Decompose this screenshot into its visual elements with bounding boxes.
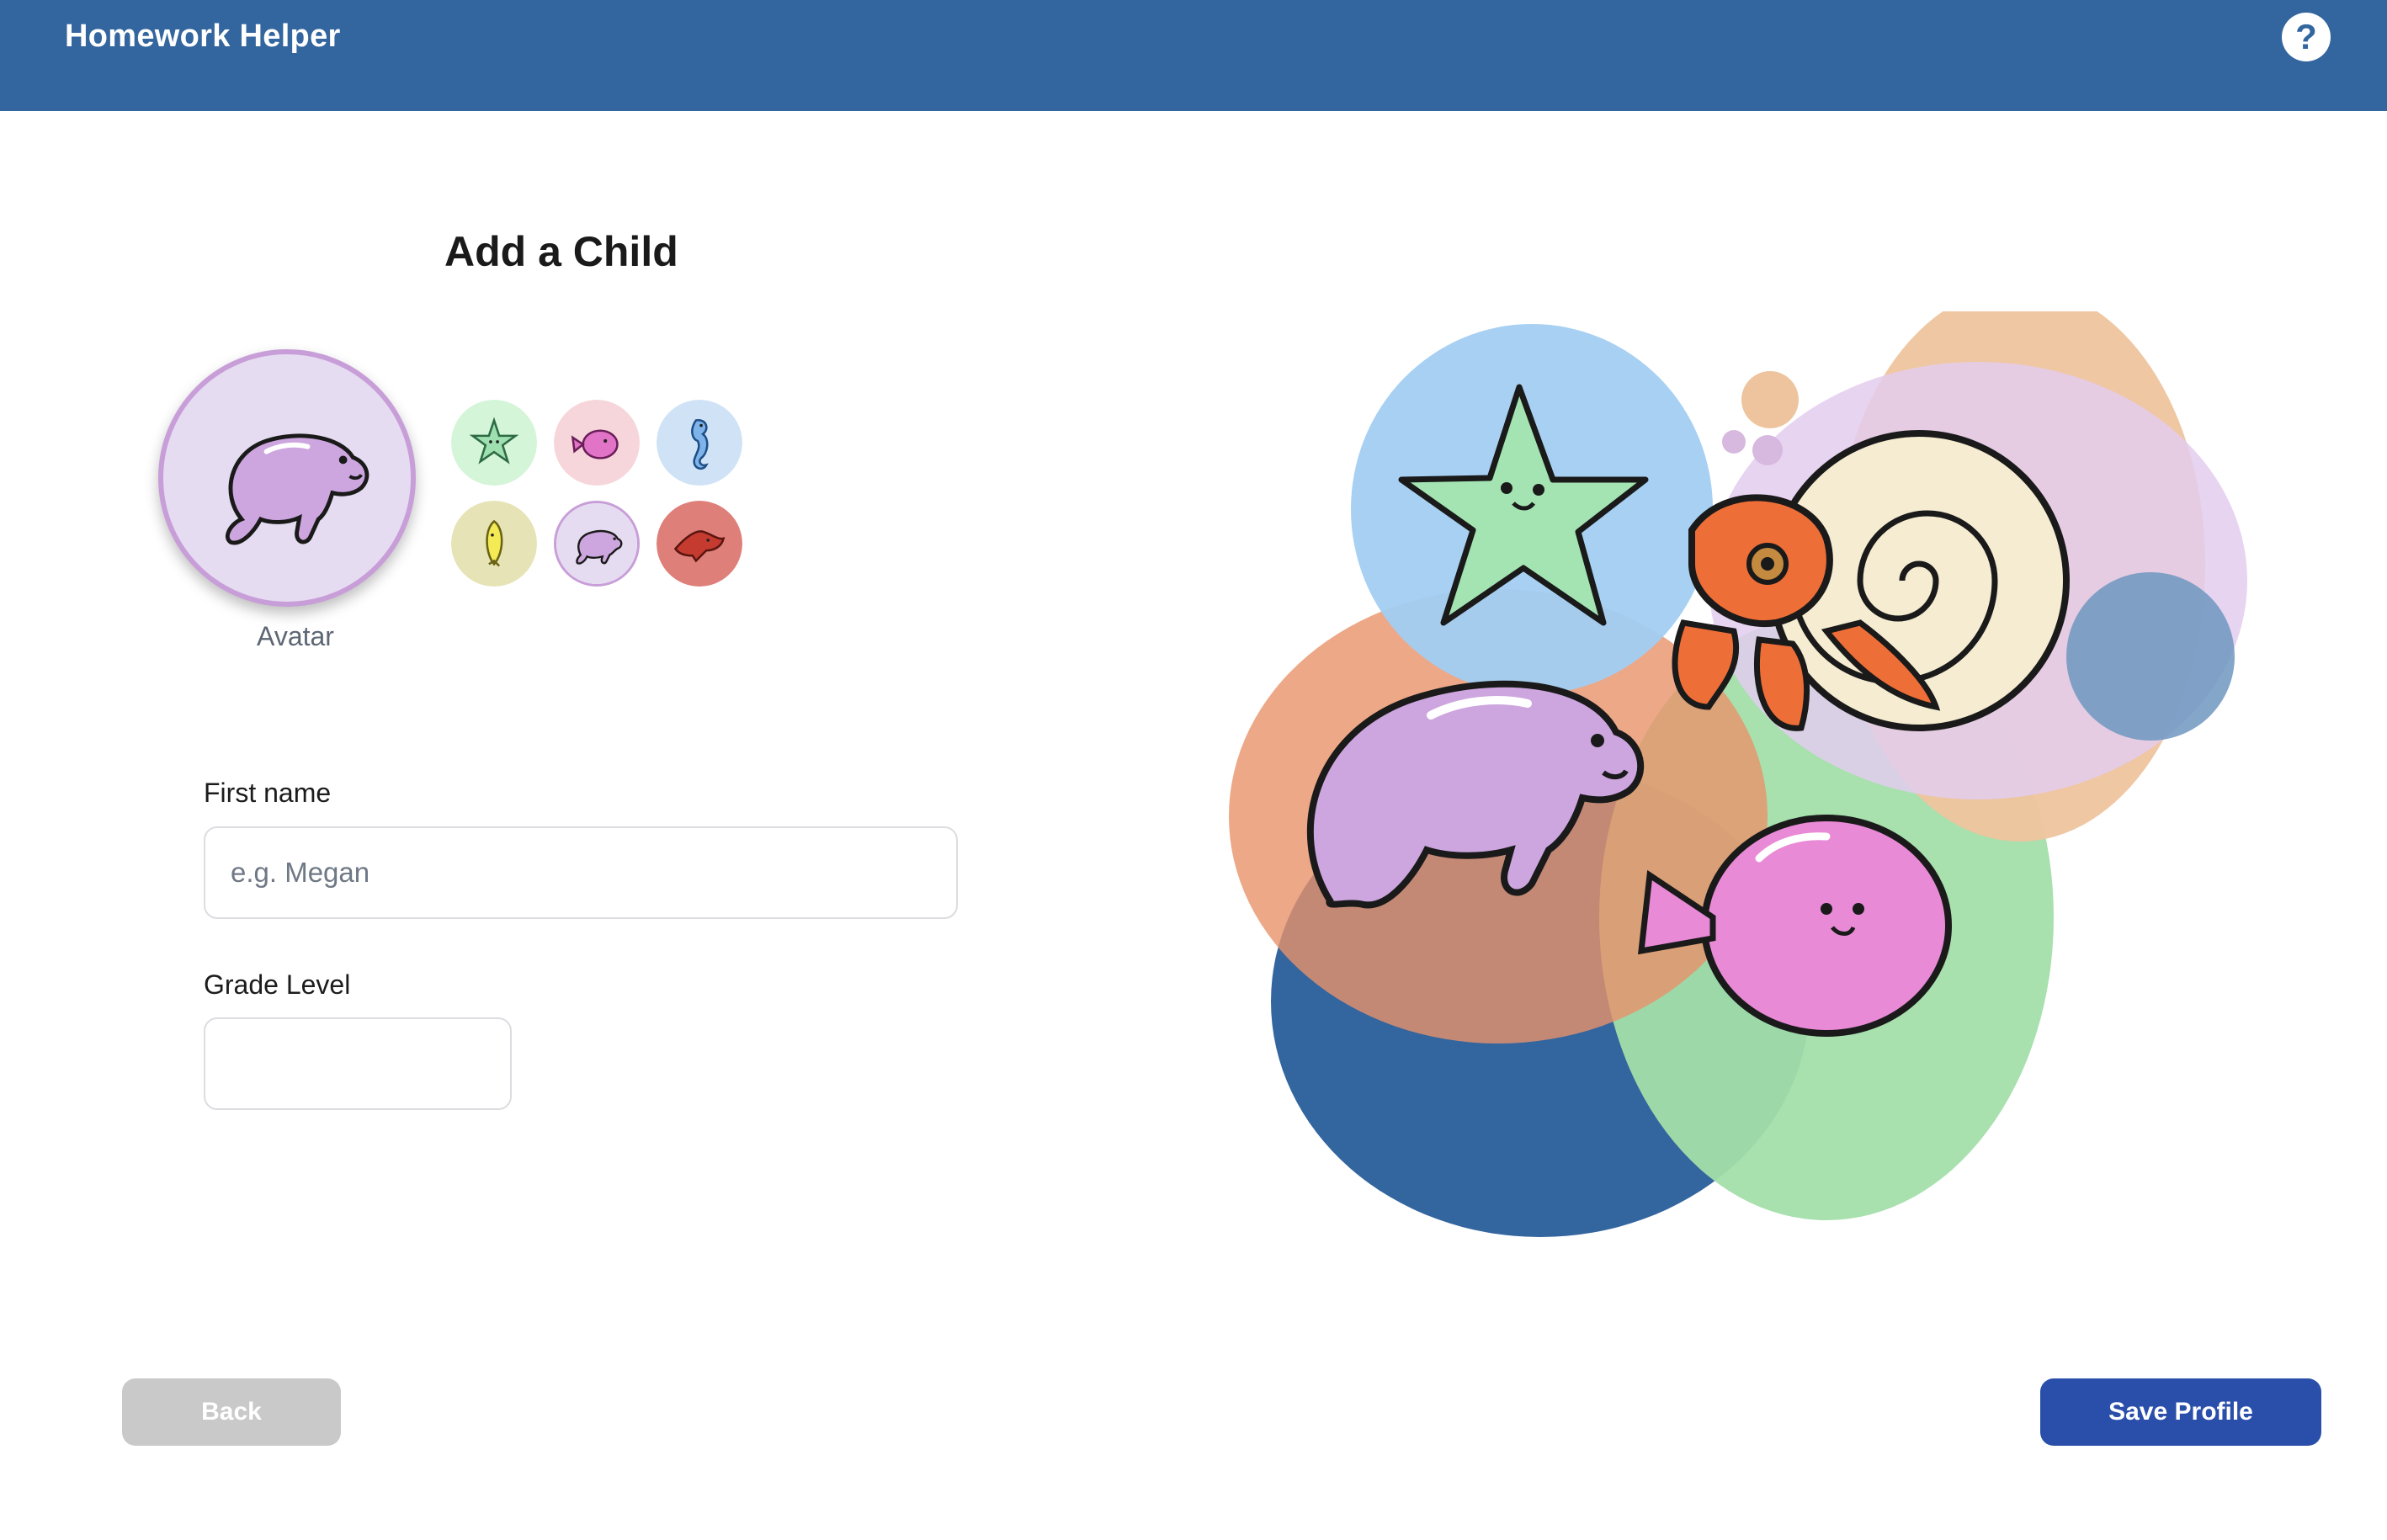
first-name-label: First name: [204, 778, 332, 808]
blob-small-steel: [2066, 572, 2235, 741]
page-title: Add a Child: [444, 228, 678, 275]
bubble-tiny: [1722, 430, 1746, 454]
avatar-option-fish-icon[interactable]: [451, 501, 537, 587]
bubble-large: [1741, 371, 1799, 428]
avatar-option-stingray-icon[interactable]: [657, 501, 742, 587]
save-profile-button[interactable]: Save Profile: [2040, 1378, 2321, 1446]
first-name-input[interactable]: [204, 826, 958, 919]
help-question-icon[interactable]: ?: [2282, 13, 2331, 61]
manatee-icon: [225, 433, 369, 545]
back-button[interactable]: Back: [122, 1378, 341, 1446]
grade-level-label: Grade Level: [204, 969, 351, 1000]
grade-level-input[interactable]: [204, 1017, 512, 1110]
app-title: Homework Helper: [65, 19, 341, 54]
bubble-small: [1752, 435, 1783, 465]
top-app-bar: Homework Helper ?: [0, 0, 2387, 111]
avatar-option-seahorse-icon[interactable]: [657, 400, 742, 486]
selected-avatar-manatee-icon[interactable]: [158, 349, 416, 607]
sea-creatures-illustration: [1229, 311, 2247, 1237]
avatar-label: Avatar: [257, 621, 334, 651]
avatar-option-starfish-icon[interactable]: [451, 400, 537, 486]
avatar-option-manatee-icon[interactable]: [554, 501, 640, 587]
avatar-option-pufferfish-icon[interactable]: [554, 400, 640, 486]
